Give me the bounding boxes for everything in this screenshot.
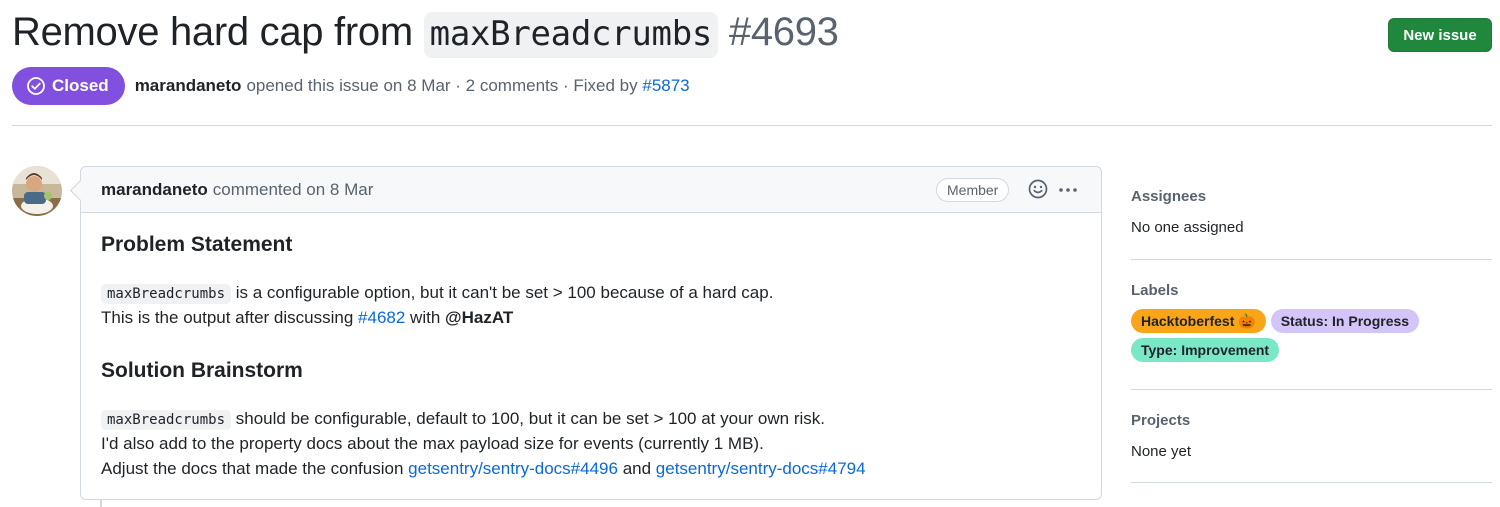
label-badge[interactable]: Type: Improvement [1131, 338, 1280, 362]
issue-meta: Closed marandaneto opened this issue on … [12, 67, 690, 105]
issue-opened-text: opened this issue on 8 Mar · 2 comments … [246, 76, 638, 95]
comment-box: marandaneto commented on 8 Mar Member Pr… [80, 166, 1102, 500]
issue-author-link[interactable]: marandaneto [135, 76, 242, 96]
header-divider [12, 125, 1492, 126]
comment-text: is a configurable option, but it can't b… [235, 283, 774, 302]
label-badge[interactable]: Hacktoberfest 🎃 [1131, 309, 1266, 333]
comment-text: I'd also add to the property docs about … [101, 434, 764, 453]
heading-solution-brainstorm: Solution Brainstorm [101, 359, 303, 382]
projects-value: None yet [1131, 443, 1192, 460]
issue-title-text: Remove hard cap from [12, 10, 424, 54]
issue-number: #4693 [728, 10, 839, 54]
state-label: Closed [52, 76, 109, 95]
check-circle-icon [27, 77, 45, 95]
user-mention[interactable]: @HazAT [445, 308, 513, 327]
comment-author-link[interactable]: marandaneto [101, 180, 208, 200]
labels-title[interactable]: Labels [1131, 282, 1492, 299]
timeline-line [100, 500, 102, 507]
comment-header: marandaneto commented on 8 Mar Member [81, 167, 1101, 213]
comment-line-5: Adjust the docs that made the confusion … [101, 456, 866, 481]
comment-timestamp[interactable]: commented on 8 Mar [213, 180, 374, 200]
kebab-horizontal-icon[interactable] [1057, 179, 1079, 201]
comment-line-2: This is the output after discussing #468… [101, 305, 513, 330]
issue-link-4682[interactable]: #4682 [358, 308, 405, 327]
comment-text: with [410, 308, 441, 327]
comment-line-3: maxBreadcrumbs should be configurable, d… [101, 406, 825, 433]
state-badge: Closed [12, 67, 125, 105]
comment-text: should be configurable, default to 100, … [235, 409, 825, 428]
member-badge: Member [936, 178, 1010, 202]
new-issue-button[interactable]: New issue [1388, 18, 1492, 52]
sidebar-divider [1131, 482, 1492, 483]
label-badge[interactable]: Status: In Progress [1270, 309, 1420, 333]
assignees-section: Assignees No one assigned [1131, 188, 1492, 236]
comment-line-4: I'd also add to the property docs about … [101, 431, 764, 456]
sidebar-divider [1131, 389, 1492, 390]
avatar[interactable] [12, 166, 62, 216]
inline-code: maxBreadcrumbs [101, 284, 232, 304]
comment-text: and [622, 459, 652, 478]
heading-problem-statement: Problem Statement [101, 233, 293, 256]
assignees-value: No one assigned [1131, 219, 1244, 236]
smiley-icon[interactable] [1027, 178, 1049, 200]
issue-title-code: maxBreadcrumbs [423, 12, 719, 58]
assignees-title[interactable]: Assignees [1131, 188, 1492, 205]
labels-section: Labels Hacktoberfest 🎃 Status: In Progres… [1131, 282, 1492, 362]
projects-section: Projects None yet [1131, 412, 1492, 460]
fixed-by-link[interactable]: #5873 [642, 76, 689, 96]
labels-list: Hacktoberfest 🎃 Status: In Progress Type: … [1131, 309, 1451, 362]
sidebar-divider [1131, 259, 1492, 260]
issue-title: Remove hard cap from maxBreadcrumbs #469… [12, 10, 839, 58]
docs-link-4794[interactable]: getsentry/sentry-docs#4794 [656, 459, 866, 478]
docs-link-4496[interactable]: getsentry/sentry-docs#4496 [408, 459, 618, 478]
projects-title[interactable]: Projects [1131, 412, 1492, 429]
comment-line-1: maxBreadcrumbs is a configurable option,… [101, 280, 773, 307]
comment-text: Adjust the docs that made the confusion [101, 459, 404, 478]
inline-code: maxBreadcrumbs [101, 410, 232, 430]
comment-text: This is the output after discussing [101, 308, 354, 327]
